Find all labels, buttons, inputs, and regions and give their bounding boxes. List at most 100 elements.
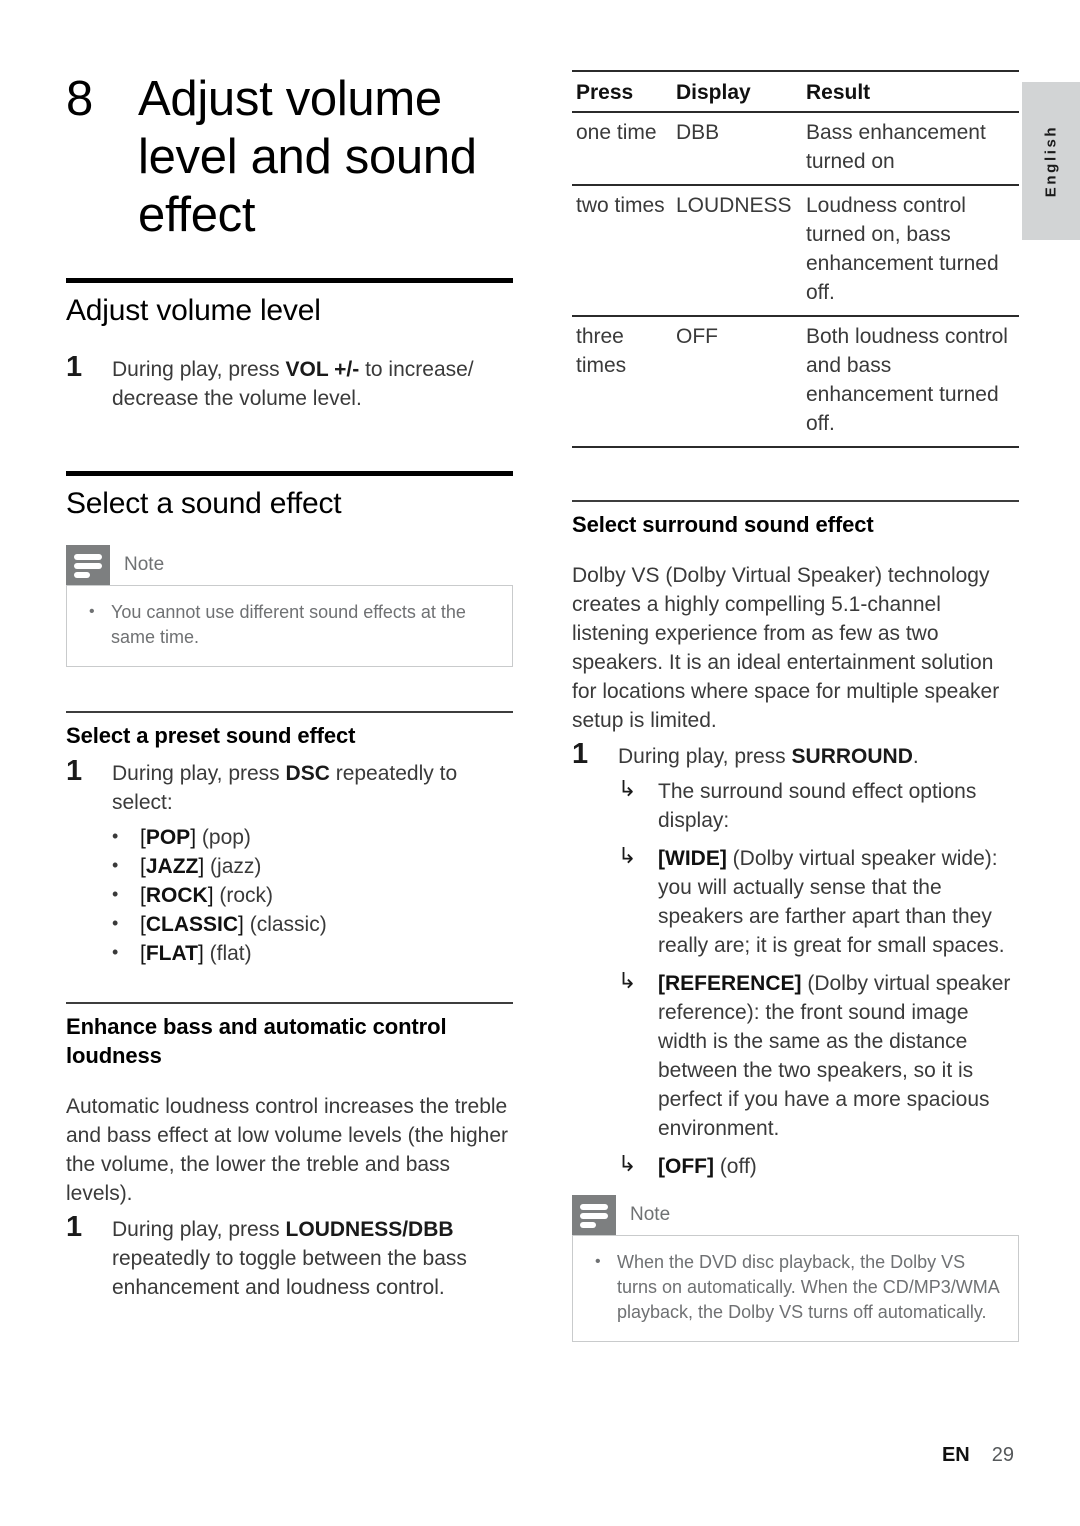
subsection-rule xyxy=(66,711,513,713)
table-header-press: Press xyxy=(572,70,672,113)
table-cell-press: one time xyxy=(572,112,672,186)
step-text: During play, press SURROUND. xyxy=(618,739,1019,771)
table-header-display: Display xyxy=(672,70,802,113)
step-text: During play, press LOUDNESS/DBB repeated… xyxy=(112,1212,513,1302)
step-text-before: During play, press xyxy=(112,1218,286,1241)
table-cell-display: OFF xyxy=(672,316,802,448)
surround-option-code: [OFF] xyxy=(658,1155,714,1178)
note-icon-bar xyxy=(580,1222,596,1228)
note-icon-bar xyxy=(74,554,102,560)
note-list-item: You cannot use different sound effects a… xyxy=(83,599,496,650)
table-row: two times LOUDNESS Loudness control turn… xyxy=(572,185,1019,317)
step-text-after: . xyxy=(912,745,919,768)
heading-select-surround-sound-effect: Select surround sound effect xyxy=(572,512,874,537)
loudness-dbb-table: Press Display Result one time DBB Bass e… xyxy=(572,70,1019,448)
step-preset: 1 During play, press DSC repeatedly to s… xyxy=(66,756,513,817)
note-list-item: When the DVD disc playback, the Dolby VS… xyxy=(589,1249,1002,1325)
document-page: English 8 Adjust volume level and sound … xyxy=(0,0,1080,1526)
surround-result-text: (off) xyxy=(713,1155,757,1178)
heading-select-preset-sound-effect: Select a preset sound effect xyxy=(66,723,356,748)
table-row: one time DBB Bass enhancement turned on xyxy=(572,112,1019,186)
table-header-result: Result xyxy=(802,70,1019,113)
note-header: Note xyxy=(66,545,513,585)
step-emphasis: DSC xyxy=(285,762,330,785)
list-item: [FLAT] (flat) xyxy=(66,938,513,968)
section-rule-major xyxy=(66,278,513,283)
list-item: [OFF] (off) xyxy=(572,1149,1019,1181)
surround-result-text: (Dolby virtual speaker reference): the f… xyxy=(658,972,1011,1140)
note-icon-bar xyxy=(580,1213,608,1219)
note-header: Note xyxy=(572,1195,1019,1235)
chapter-number: 8 xyxy=(66,72,94,126)
chapter-title: Adjust volume level and sound effect xyxy=(138,72,477,242)
list-item: [ROCK] (rock) xyxy=(66,880,513,910)
note-body: When the DVD disc playback, the Dolby VS… xyxy=(572,1235,1019,1342)
note-icon-bar xyxy=(580,1204,608,1210)
step-number: 1 xyxy=(66,351,83,383)
step-loudness: 1 During play, press LOUDNESS/DBB repeat… xyxy=(66,1212,513,1302)
step-emphasis: LOUDNESS/DBB xyxy=(285,1218,454,1241)
step-text: During play, press VOL +/- to increase/ … xyxy=(112,352,513,413)
note-icon-bar xyxy=(74,563,102,569)
section-rule-major xyxy=(66,471,513,476)
table-cell-display: LOUDNESS xyxy=(672,185,802,317)
note-icon xyxy=(66,545,110,585)
step-text-before: During play, press xyxy=(112,358,286,381)
table-row: three times OFF Both loudness control an… xyxy=(572,316,1019,448)
subsection-rule xyxy=(572,500,1019,502)
surround-option-code: [REFERENCE] xyxy=(658,972,802,995)
paragraph-loudness-control: Automatic loudness control increases the… xyxy=(66,1095,509,1205)
step-surround: 1 During play, press SURROUND. xyxy=(572,739,1019,771)
table-cell-display: DBB xyxy=(672,112,802,186)
page-footer: EN 29 xyxy=(0,1444,1014,1467)
step-number: 1 xyxy=(66,755,83,787)
note-list: You cannot use different sound effects a… xyxy=(83,599,496,650)
list-item: [POP] (pop) xyxy=(66,822,513,852)
subsection-rule xyxy=(66,1002,513,1004)
note-box-sound-effect: Note You cannot use different sound effe… xyxy=(66,545,513,667)
preset-option-code: [CLASSIC] xyxy=(140,913,244,936)
list-item: [WIDE] (Dolby virtual speaker wide): you… xyxy=(572,841,1019,960)
note-icon-bar xyxy=(74,572,90,578)
note-box-dolby-vs: Note When the DVD disc playback, the Dol… xyxy=(572,1195,1019,1342)
table-cell-result: Both loudness control and bass enhanceme… xyxy=(802,316,1019,448)
list-item: The surround sound effect options displa… xyxy=(572,774,1019,835)
paragraph-dolby-vs: Dolby VS (Dolby Virtual Speaker) technol… xyxy=(572,564,1000,732)
left-column: 8 Adjust volume level and sound effect A… xyxy=(66,70,513,1308)
table-cell-press: two times xyxy=(572,185,672,317)
language-tab: English xyxy=(1022,82,1080,240)
step-text: During play, press DSC repeatedly to sel… xyxy=(112,756,513,817)
preset-option-code: [FLAT] xyxy=(140,942,204,965)
step-text-after: repeatedly to toggle between the bass en… xyxy=(112,1247,467,1299)
list-item: [JAZZ] (jazz) xyxy=(66,851,513,881)
heading-select-sound-effect: Select a sound effect xyxy=(66,487,342,520)
note-body: You cannot use different sound effects a… xyxy=(66,585,513,667)
step-text-before: During play, press xyxy=(618,745,792,768)
right-column: Press Display Result one time DBB Bass e… xyxy=(572,70,1019,1352)
preset-option-code: [JAZZ] xyxy=(140,855,205,878)
list-item: [REFERENCE] (Dolby virtual speaker refer… xyxy=(572,966,1019,1143)
preset-option-desc: (rock) xyxy=(219,884,274,907)
table-cell-result: Loudness control turned on, bass enhance… xyxy=(802,185,1019,317)
surround-result-text: The surround sound effect options displa… xyxy=(658,780,977,832)
step-volume: 1 During play, press VOL +/- to increase… xyxy=(66,352,513,413)
step-number: 1 xyxy=(66,1211,83,1243)
table-header-row: Press Display Result xyxy=(572,70,1019,113)
table-cell-result: Bass enhancement turned on xyxy=(802,112,1019,186)
language-tab-label: English xyxy=(1042,124,1060,198)
list-item: [CLASSIC] (classic) xyxy=(66,909,513,939)
footer-page-number: 29 xyxy=(991,1444,1014,1466)
preset-option-desc: (classic) xyxy=(249,913,327,936)
step-text-before: During play, press xyxy=(112,762,286,785)
surround-result-list: The surround sound effect options displa… xyxy=(572,774,1019,1181)
note-title: Note xyxy=(124,554,165,575)
step-emphasis: VOL +/- xyxy=(285,358,360,381)
heading-enhance-bass-loudness: Enhance bass and automatic control loudn… xyxy=(66,1014,447,1068)
preset-option-code: [ROCK] xyxy=(140,884,214,907)
step-number: 1 xyxy=(572,738,589,770)
table-cell-press: three times xyxy=(572,316,672,448)
